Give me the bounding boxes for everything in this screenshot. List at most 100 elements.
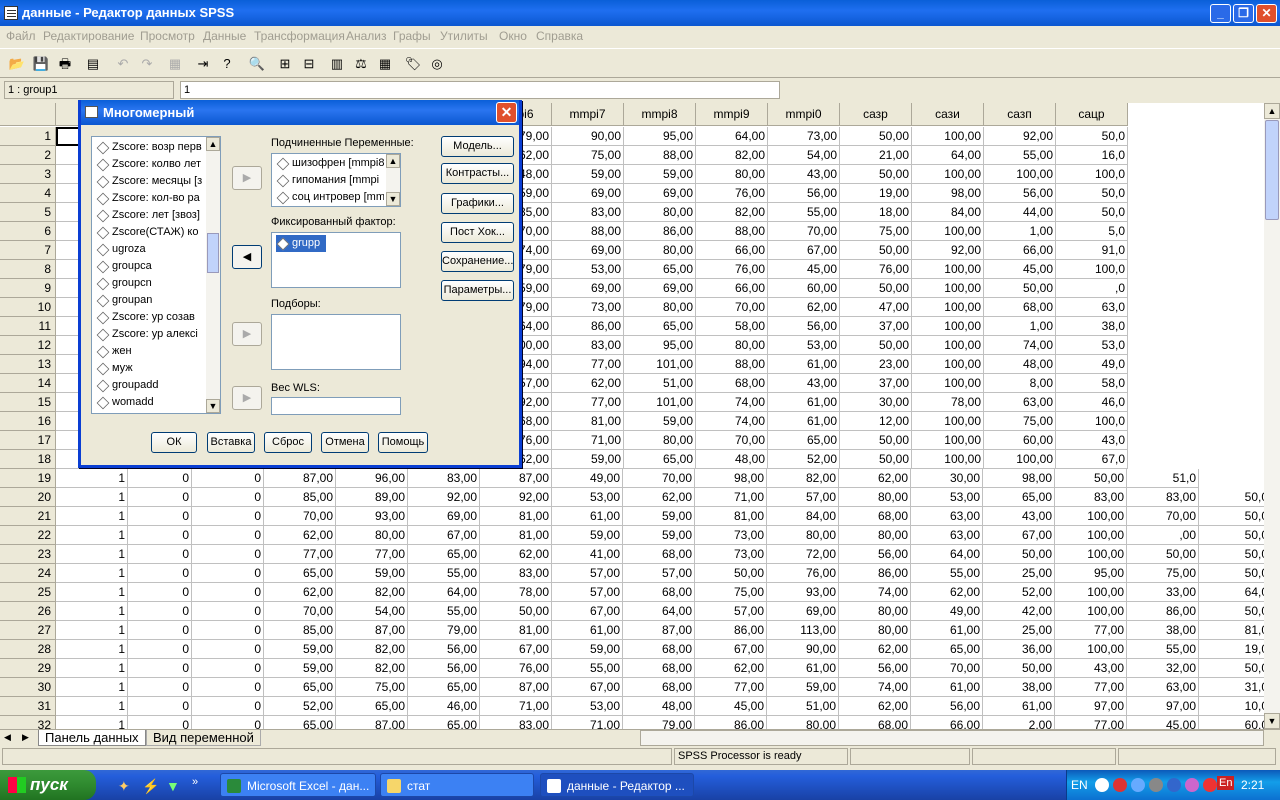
data-cell[interactable]: 50,00 xyxy=(840,450,912,469)
row-number[interactable]: 21 xyxy=(0,507,56,526)
data-cell[interactable]: 45,00 xyxy=(984,260,1056,279)
source-variable-item[interactable]: womadd xyxy=(96,394,204,411)
data-cell[interactable]: 0 xyxy=(192,697,264,716)
row-number[interactable]: 17 xyxy=(0,431,56,450)
data-cell[interactable]: 100,00 xyxy=(1055,545,1127,564)
data-cell[interactable]: 43,0 xyxy=(1056,431,1128,450)
data-cell[interactable]: 55,00 xyxy=(984,146,1056,165)
data-cell[interactable]: 65,00 xyxy=(624,317,696,336)
row-number[interactable]: 5 xyxy=(0,203,56,222)
data-cell[interactable]: 61,00 xyxy=(768,393,840,412)
menu-window[interactable]: Окно xyxy=(499,29,527,43)
fixed-factor-list[interactable]: grupp xyxy=(271,232,401,288)
wls-weight-field[interactable] xyxy=(271,397,401,415)
data-cell[interactable]: 56,00 xyxy=(768,184,840,203)
data-cell[interactable]: 0 xyxy=(128,488,192,507)
data-cell[interactable]: 46,00 xyxy=(408,697,480,716)
data-cell[interactable]: 63,00 xyxy=(911,526,983,545)
data-cell[interactable]: 55,00 xyxy=(911,564,983,583)
data-cell[interactable]: 76,00 xyxy=(767,564,839,583)
row-number[interactable]: 22 xyxy=(0,526,56,545)
data-cell[interactable]: 50,0 xyxy=(1199,526,1264,545)
tray-app-icon[interactable] xyxy=(1185,778,1199,792)
row-number[interactable]: 16 xyxy=(0,412,56,431)
task-spss[interactable]: данные - Редактор ... xyxy=(540,773,694,797)
scroll-thumb[interactable] xyxy=(1265,120,1279,220)
data-cell[interactable]: 50,0 xyxy=(1199,488,1264,507)
row-number[interactable]: 6 xyxy=(0,222,56,241)
row-number[interactable]: 1 xyxy=(0,127,56,146)
menu-utilities[interactable]: Утилиты xyxy=(440,29,488,43)
data-cell[interactable]: 0 xyxy=(128,526,192,545)
menu-graphs[interactable]: Графы xyxy=(393,29,431,43)
data-cell[interactable]: 61,00 xyxy=(552,621,623,640)
data-cell[interactable]: 50,00 xyxy=(1127,545,1199,564)
data-cell[interactable]: 0 xyxy=(128,545,192,564)
data-cell[interactable]: 45,00 xyxy=(1127,716,1199,729)
split-file-icon[interactable]: ▥ xyxy=(326,53,348,75)
data-cell[interactable]: 80,00 xyxy=(839,488,911,507)
data-cell[interactable]: 68,00 xyxy=(623,659,695,678)
data-cell[interactable]: 68,00 xyxy=(984,298,1056,317)
data-cell[interactable]: 43,00 xyxy=(768,374,840,393)
data-cell[interactable]: 62,00 xyxy=(839,640,911,659)
data-cell[interactable]: 50,00 xyxy=(840,165,912,184)
plots-button[interactable]: Графики... xyxy=(441,193,514,214)
source-variable-item[interactable]: ugroza xyxy=(96,241,204,258)
data-cell[interactable]: 68,00 xyxy=(623,545,695,564)
column-header[interactable]: mmpi8 xyxy=(624,103,696,126)
column-header[interactable]: сацр xyxy=(1056,103,1128,126)
tab-data-view[interactable]: Панель данных xyxy=(38,730,146,746)
quicklaunch-icon-3[interactable]: ▼ xyxy=(166,778,180,794)
row-number[interactable]: 8 xyxy=(0,260,56,279)
data-cell[interactable]: 0 xyxy=(192,469,264,488)
source-variable-item[interactable]: groupca xyxy=(96,258,204,275)
menu-help[interactable]: Справка xyxy=(536,29,583,43)
data-cell[interactable]: 63,00 xyxy=(984,393,1056,412)
data-cell[interactable]: 53,0 xyxy=(1056,336,1128,355)
data-cell[interactable]: 77,00 xyxy=(264,545,336,564)
data-cell[interactable]: 67,00 xyxy=(695,640,767,659)
data-cell[interactable]: 50,00 xyxy=(840,279,912,298)
data-cell[interactable]: 89,00 xyxy=(336,488,408,507)
data-cell[interactable]: 68,00 xyxy=(623,678,695,697)
source-variable-item[interactable]: groupadd xyxy=(96,377,204,394)
row-number[interactable]: 19 xyxy=(0,469,56,488)
data-cell[interactable]: 95,00 xyxy=(624,336,696,355)
ok-button[interactable]: ОК xyxy=(151,432,197,453)
data-cell[interactable]: 25,00 xyxy=(983,621,1055,640)
data-cell[interactable]: 0 xyxy=(128,716,192,729)
data-cell[interactable]: 50,00 xyxy=(983,545,1055,564)
open-icon[interactable]: 📂 xyxy=(6,53,28,75)
data-cell[interactable]: 69,00 xyxy=(408,507,480,526)
data-cell[interactable]: 88,00 xyxy=(552,222,624,241)
data-cell[interactable]: 70,00 xyxy=(264,602,336,621)
data-cell[interactable]: 69,00 xyxy=(552,241,624,260)
contrasts-button[interactable]: Контрасты... xyxy=(441,163,514,184)
data-cell[interactable]: 88,00 xyxy=(696,222,768,241)
data-cell[interactable]: 62,00 xyxy=(839,697,911,716)
data-cell[interactable]: 49,0 xyxy=(1056,355,1128,374)
data-cell[interactable]: 1 xyxy=(56,507,128,526)
data-cell[interactable]: 37,00 xyxy=(840,317,912,336)
data-cell[interactable]: 50,0 xyxy=(1199,564,1264,583)
data-cell[interactable]: 59,00 xyxy=(623,526,695,545)
data-cell[interactable]: 84,00 xyxy=(912,203,984,222)
dep-scroll-up-icon[interactable]: ▲ xyxy=(386,154,400,168)
data-cell[interactable]: 100,00 xyxy=(912,165,984,184)
data-cell[interactable]: 43,00 xyxy=(1055,659,1127,678)
menu-analyze[interactable]: Анализ xyxy=(346,29,387,43)
quicklaunch-more-icon[interactable]: » xyxy=(192,776,198,788)
data-cell[interactable]: 43,00 xyxy=(768,165,840,184)
data-cell[interactable]: 98,00 xyxy=(983,469,1055,488)
source-list-scrollbar[interactable]: ▲ ▼ xyxy=(206,137,220,413)
data-cell[interactable]: 19,0 xyxy=(1199,640,1264,659)
data-cell[interactable]: 74,00 xyxy=(839,583,911,602)
data-cell[interactable]: 70,00 xyxy=(696,431,768,450)
data-cell[interactable]: 65,00 xyxy=(408,716,480,729)
redo-icon[interactable]: ↷ xyxy=(136,53,158,75)
data-cell[interactable]: 57,00 xyxy=(695,602,767,621)
language-indicator[interactable]: EN xyxy=(1071,778,1088,792)
data-cell[interactable]: 87,00 xyxy=(480,469,552,488)
help-button[interactable]: Помощь xyxy=(378,432,428,453)
